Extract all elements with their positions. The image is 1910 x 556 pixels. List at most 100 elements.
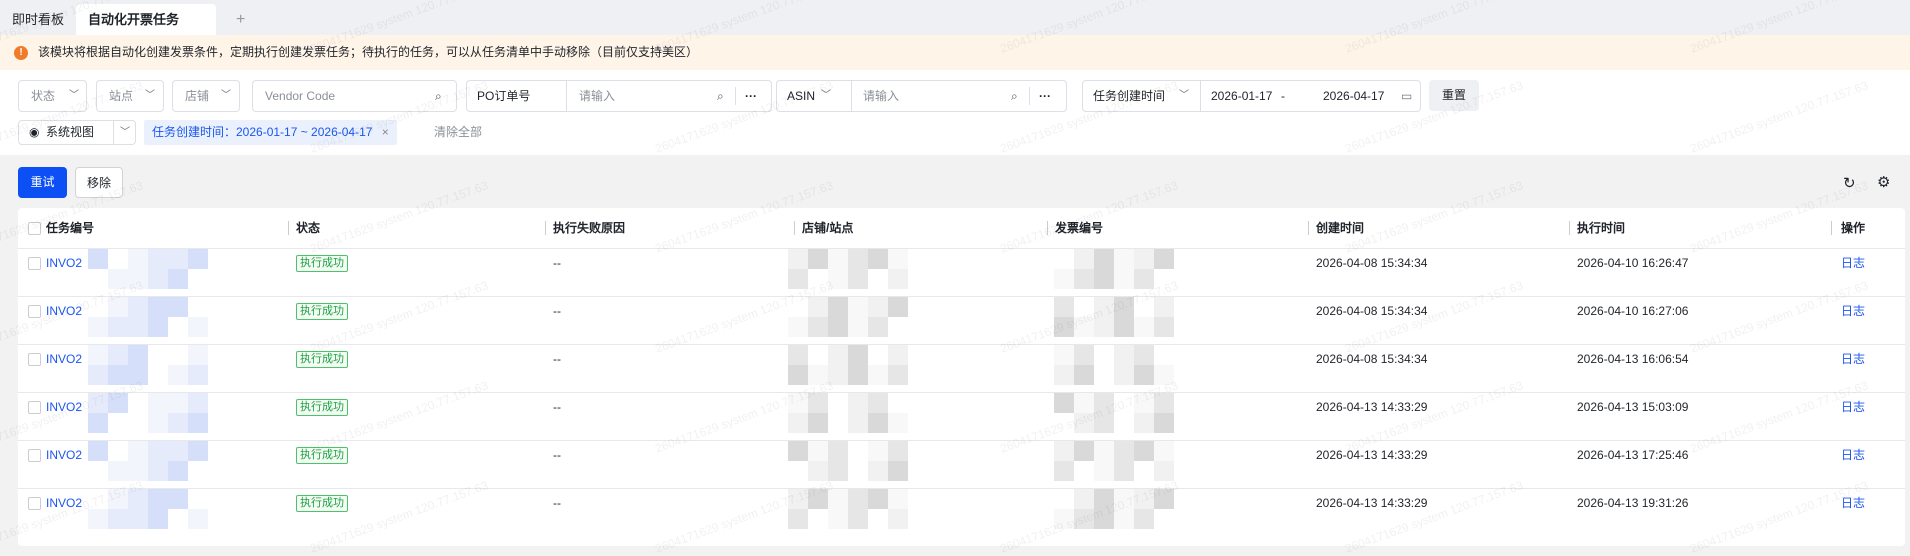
- status-badge: 执行成功: [296, 303, 348, 320]
- po-search-group: PO订单号 请输入 ⌕ ···: [466, 80, 772, 112]
- site-label: 站点: [109, 89, 134, 103]
- status-label: 状态: [31, 89, 56, 103]
- status-badge: 执行成功: [296, 447, 348, 464]
- row-checkbox[interactable]: [28, 401, 41, 414]
- redacted-content: [1054, 489, 1174, 529]
- header-executed-time[interactable]: 执行时间: [1577, 208, 1625, 248]
- site-select[interactable]: 站点 ﹀: [96, 80, 164, 112]
- clear-all-link[interactable]: 清除全部: [434, 120, 482, 145]
- header-created-time[interactable]: 创建时间: [1316, 208, 1364, 248]
- task-id-link[interactable]: INVO2: [46, 249, 82, 277]
- executed-time: 2026-04-10 16:27:06: [1577, 304, 1689, 318]
- created-time: 2026-04-13 14:33:29: [1316, 496, 1428, 510]
- filter-chip-label: 任务创建时间：2026-01-17 ~ 2026-04-17: [152, 125, 373, 139]
- warning-icon: !: [14, 46, 28, 60]
- store-label: 店铺: [185, 89, 210, 103]
- refresh-icon[interactable]: ↻: [1843, 174, 1856, 192]
- header-store-site[interactable]: 店铺/站点: [802, 208, 853, 248]
- chevron-down-icon: ﹀: [221, 90, 231, 101]
- task-id-link[interactable]: INVO2: [46, 441, 82, 469]
- add-tab-button[interactable]: +: [224, 4, 257, 35]
- failure-reason: --: [553, 448, 561, 462]
- created-time: 2026-04-13 14:33:29: [1316, 400, 1428, 414]
- log-link[interactable]: 日志: [1841, 249, 1865, 277]
- po-input[interactable]: 请输入: [579, 81, 615, 111]
- close-icon[interactable]: ×: [382, 125, 389, 139]
- redacted-content: [1054, 393, 1174, 433]
- date-type-select[interactable]: 任务创建时间: [1093, 81, 1165, 111]
- row-checkbox[interactable]: [28, 305, 41, 318]
- created-time: 2026-04-08 15:34:34: [1316, 304, 1428, 318]
- po-field-label[interactable]: PO订单号: [477, 81, 530, 111]
- redacted-content: [788, 249, 908, 289]
- tab-bar: 即时看板 自动化开票任务 +: [0, 0, 1910, 35]
- task-id-link[interactable]: INVO2: [46, 297, 82, 325]
- header-task-id[interactable]: 任务编号: [46, 208, 94, 248]
- row-checkbox[interactable]: [28, 257, 41, 270]
- settings-gear-icon[interactable]: ⚙: [1877, 173, 1890, 191]
- failure-reason: --: [553, 352, 561, 366]
- redacted-content: [88, 393, 208, 433]
- view-select[interactable]: ◉ 系统视图 ﹀: [18, 120, 136, 145]
- filter-panel: 状态 ﹀ 站点 ﹀ 店铺 ﹀ Vendor Code ⌕ PO订单号 请输入 ⌕ ···…: [0, 70, 1910, 155]
- chevron-down-icon: ﹀: [145, 90, 155, 101]
- date-range-group: 任务创建时间 ﹀ 2026-01-17 - 2026-04-17 ▭: [1082, 80, 1421, 112]
- row-checkbox[interactable]: [28, 353, 41, 366]
- search-icon[interactable]: ⌕: [1011, 81, 1018, 111]
- redacted-content: [1054, 297, 1174, 337]
- executed-time: 2026-04-13 16:06:54: [1577, 352, 1689, 366]
- task-id-link[interactable]: INVO2: [46, 393, 82, 421]
- redacted-content: [88, 489, 208, 529]
- more-icon[interactable]: ···: [745, 81, 757, 111]
- created-time: 2026-04-08 15:34:34: [1316, 352, 1428, 366]
- log-link[interactable]: 日志: [1841, 489, 1865, 517]
- failure-reason: --: [553, 496, 561, 510]
- remove-button[interactable]: 移除: [75, 167, 123, 198]
- log-link[interactable]: 日志: [1841, 441, 1865, 469]
- store-select[interactable]: 店铺 ﹀: [172, 80, 240, 112]
- failure-reason: --: [553, 304, 561, 318]
- asin-input[interactable]: 请输入: [863, 81, 899, 111]
- view-label: 系统视图: [46, 125, 95, 139]
- select-all-checkbox[interactable]: [28, 222, 41, 235]
- search-icon[interactable]: ⌕: [435, 81, 442, 111]
- executed-time: 2026-04-10 16:26:47: [1577, 256, 1689, 270]
- log-link[interactable]: 日志: [1841, 297, 1865, 325]
- task-id-link[interactable]: INVO2: [46, 489, 82, 517]
- date-start-input[interactable]: 2026-01-17: [1211, 81, 1272, 111]
- tab-dashboard[interactable]: 即时看板: [0, 4, 76, 35]
- status-select[interactable]: 状态 ﹀: [18, 80, 87, 112]
- date-end-input[interactable]: 2026-04-17: [1323, 81, 1384, 111]
- created-time: 2026-04-13 14:33:29: [1316, 448, 1428, 462]
- retry-button[interactable]: 重试: [18, 167, 67, 198]
- task-id-link[interactable]: INVO2: [46, 345, 82, 373]
- table-row: INVO2 执行成功 -- 2026-04-08 15:34:34 2026-0…: [18, 248, 1905, 296]
- redacted-content: [1054, 249, 1174, 289]
- header-invoice-no[interactable]: 发票编号: [1055, 208, 1103, 248]
- asin-search-group: ASIN ﹀ 请输入 ⌕ ···: [776, 80, 1067, 112]
- chevron-down-icon: ﹀: [1179, 90, 1189, 101]
- chevron-down-icon: ﹀: [821, 90, 831, 101]
- asin-field-select[interactable]: ASIN: [787, 81, 815, 111]
- log-link[interactable]: 日志: [1841, 393, 1865, 421]
- tab-auto-invoice-tasks[interactable]: 自动化开票任务: [76, 4, 216, 35]
- date-separator: -: [1281, 89, 1285, 103]
- redacted-content: [788, 345, 908, 385]
- notice-text: 该模块将根据自动化创建发票条件，定期执行创建发票任务；待执行的任务，可以从任务清…: [38, 45, 699, 59]
- row-checkbox[interactable]: [28, 497, 41, 510]
- table-row: INVO2 执行成功 -- 2026-04-08 15:34:34 2026-0…: [18, 344, 1905, 392]
- table-row: INVO2 执行成功 -- 2026-04-08 15:34:34 2026-0…: [18, 296, 1905, 344]
- redacted-content: [788, 441, 908, 481]
- header-failure-reason[interactable]: 执行失败原因: [553, 208, 625, 248]
- redacted-content: [788, 297, 908, 337]
- log-link[interactable]: 日志: [1841, 345, 1865, 373]
- reset-button[interactable]: 重置: [1429, 80, 1479, 111]
- calendar-icon[interactable]: ▭: [1401, 81, 1412, 111]
- search-icon[interactable]: ⌕: [717, 81, 724, 111]
- header-status[interactable]: 状态: [296, 208, 320, 248]
- executed-time: 2026-04-13 15:03:09: [1577, 400, 1689, 414]
- row-checkbox[interactable]: [28, 449, 41, 462]
- executed-time: 2026-04-13 17:25:46: [1577, 448, 1689, 462]
- more-icon[interactable]: ···: [1039, 81, 1051, 111]
- vendor-code-input[interactable]: Vendor Code ⌕: [252, 80, 457, 112]
